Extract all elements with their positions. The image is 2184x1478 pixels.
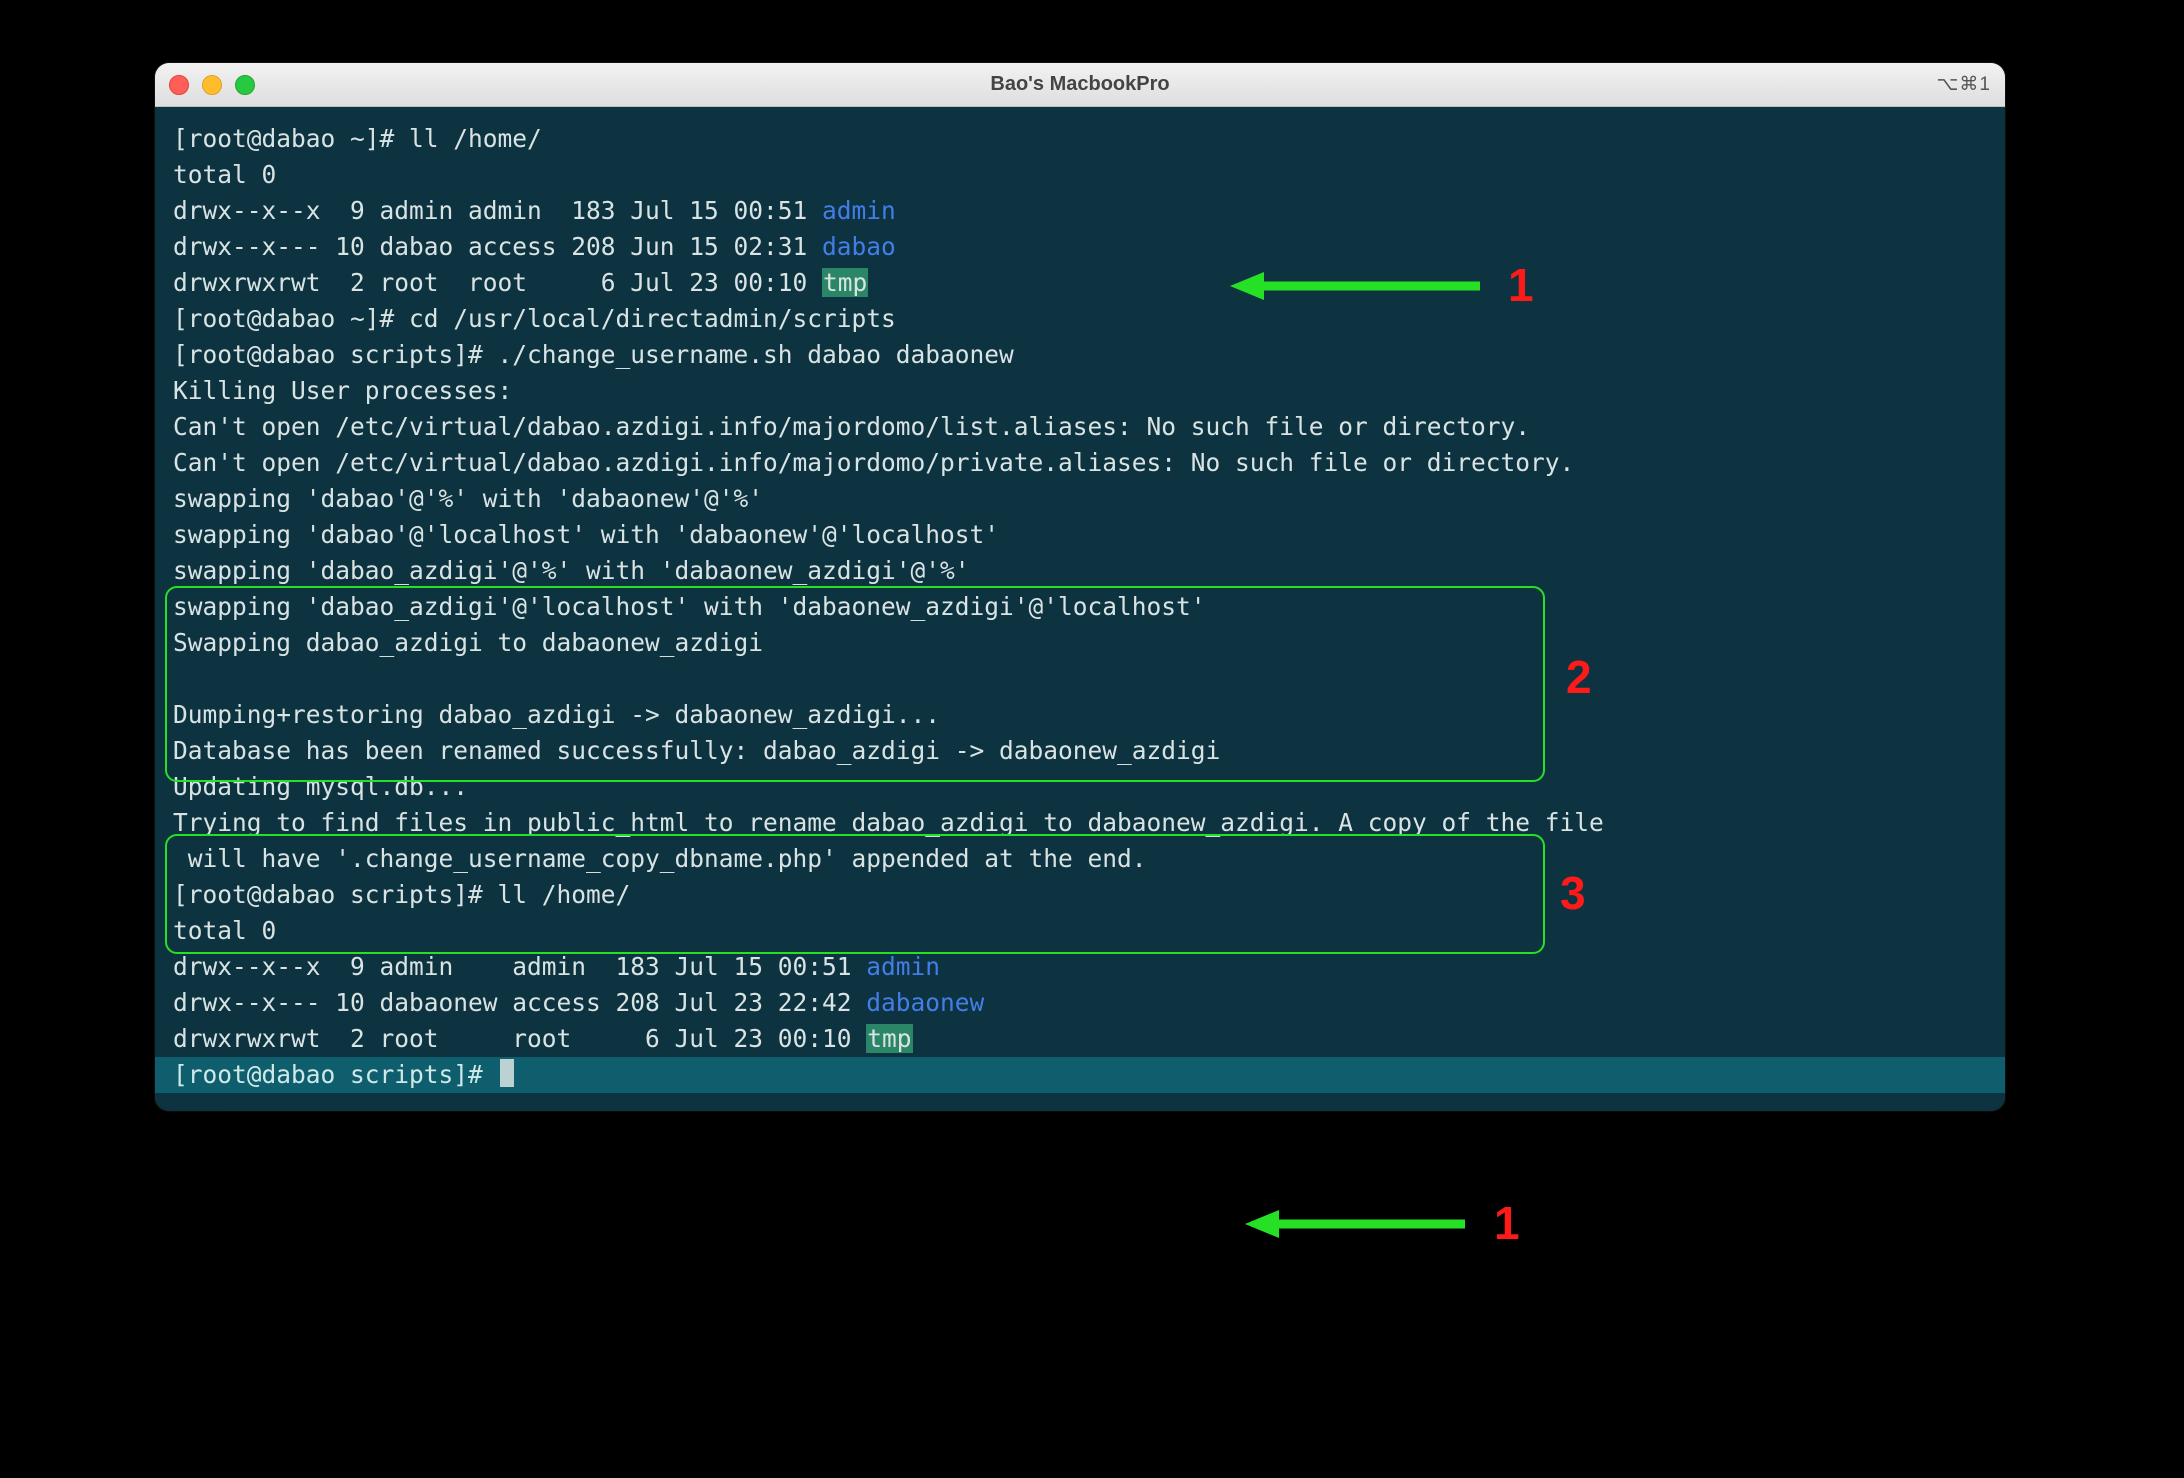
output-line: swapping 'dabao'@'%' with 'dabaonew'@'%'	[173, 484, 763, 513]
output-line: Dumping+restoring dabao_azdigi -> dabaon…	[173, 700, 940, 729]
output-line: Killing User processes:	[173, 376, 512, 405]
output-line: Can't open /etc/virtual/dabao.azdigi.inf…	[173, 412, 1530, 441]
dir-name-sticky: tmp	[866, 1024, 912, 1053]
active-prompt-line[interactable]: [root@dabao scripts]#	[155, 1057, 2005, 1093]
window-controls	[169, 75, 255, 95]
window-titlebar[interactable]: Bao's MacbookPro ⌥⌘1	[155, 63, 2005, 107]
close-icon[interactable]	[169, 75, 189, 95]
annotation-number-1b: 1	[1494, 1196, 1520, 1250]
dir-name: dabaonew	[866, 988, 984, 1017]
output-line: drwx--x--- 10 dabaonew access 208 Jul 23…	[173, 988, 866, 1017]
terminal-viewport[interactable]: [root@dabao ~]# ll /home/ total 0 drwx--…	[155, 107, 2005, 1111]
output-line: Trying to find files in public_html to r…	[173, 808, 1604, 837]
output-line: total 0	[173, 160, 276, 189]
cursor-icon	[500, 1059, 514, 1087]
command: ./change_username.sh dabao dabaonew	[498, 340, 1014, 369]
window-title: Bao's MacbookPro	[155, 73, 2005, 96]
output-line: drwx--x--- 10 dabao access 208 Jun 15 02…	[173, 232, 822, 261]
prompt: [root@dabao scripts]#	[173, 1060, 498, 1089]
minimize-icon[interactable]	[202, 75, 222, 95]
output-line: Swapping dabao_azdigi to dabaonew_azdigi	[173, 628, 763, 657]
prompt: [root@dabao scripts]#	[173, 340, 498, 369]
output-line: Can't open /etc/virtual/dabao.azdigi.inf…	[173, 448, 1574, 477]
annotation-arrow-1b	[1245, 1204, 1465, 1244]
dir-name: admin	[866, 952, 940, 981]
maximize-icon[interactable]	[235, 75, 255, 95]
output-line: will have '.change_username_copy_dbname.…	[173, 844, 1147, 873]
output-line: Database has been renamed successfully: …	[173, 736, 1220, 765]
prompt: [root@dabao ~]#	[173, 304, 409, 333]
dir-name-sticky: tmp	[822, 268, 868, 297]
output-line: drwxrwxrwt 2 root root 6 Jul 23 00:10	[173, 1024, 866, 1053]
prompt: [root@dabao scripts]#	[173, 880, 498, 909]
output-line: swapping 'dabao'@'localhost' with 'dabao…	[173, 520, 999, 549]
command: cd /usr/local/directadmin/scripts	[409, 304, 896, 333]
output-line: drwx--x--x 9 admin admin 183 Jul 15 00:5…	[173, 196, 822, 225]
output-line: swapping 'dabao_azdigi'@'localhost' with…	[173, 592, 1206, 621]
dir-name: admin	[822, 196, 896, 225]
prompt: [root@dabao ~]#	[173, 124, 409, 153]
tab-shortcut: ⌥⌘1	[1937, 73, 1991, 96]
output-line: total 0	[173, 916, 276, 945]
terminal-window: Bao's MacbookPro ⌥⌘1 [root@dabao ~]# ll …	[155, 63, 2005, 1111]
command: ll /home/	[498, 880, 631, 909]
output-line: drwx--x--x 9 admin admin 183 Jul 15 00:5…	[173, 952, 866, 981]
output-line: drwxrwxrwt 2 root root 6 Jul 23 00:10	[173, 268, 822, 297]
dir-name: dabao	[822, 232, 896, 261]
command: ll /home/	[409, 124, 542, 153]
output-line: Updating mysql.db...	[173, 772, 468, 801]
output-line: swapping 'dabao_azdigi'@'%' with 'dabaon…	[173, 556, 970, 585]
